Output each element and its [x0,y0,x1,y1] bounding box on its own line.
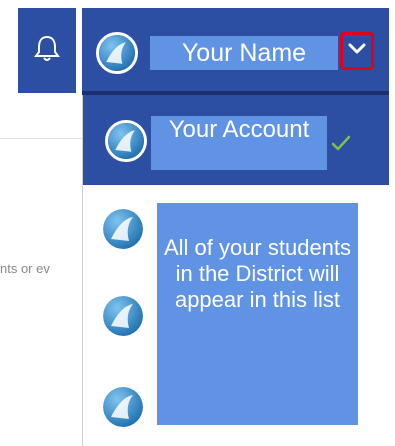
student-avatar[interactable] [103,387,143,427]
current-account-label: Your Account [151,116,327,170]
user-bar[interactable]: Your Name [82,8,389,91]
students-info-callout: All of your students in the District wil… [157,203,358,425]
current-account-item[interactable]: Your Account [83,95,389,185]
left-divider [0,138,82,139]
left-header [0,0,82,95]
search-placeholder-snippet: nts or ev [0,261,50,276]
checkmark-icon [331,135,351,151]
student-avatar[interactable] [103,296,143,336]
current-account-avatar [105,120,147,162]
account-dropdown-toggle[interactable] [340,32,374,70]
account-dropdown: Your Account All of your students in the… [83,95,389,446]
user-name[interactable]: Your Name [150,36,338,70]
student-avatar[interactable] [103,209,143,249]
user-avatar[interactable] [96,32,138,74]
chevron-down-icon [348,42,366,60]
bell-icon[interactable] [34,34,60,62]
notifications-area[interactable] [18,8,76,93]
